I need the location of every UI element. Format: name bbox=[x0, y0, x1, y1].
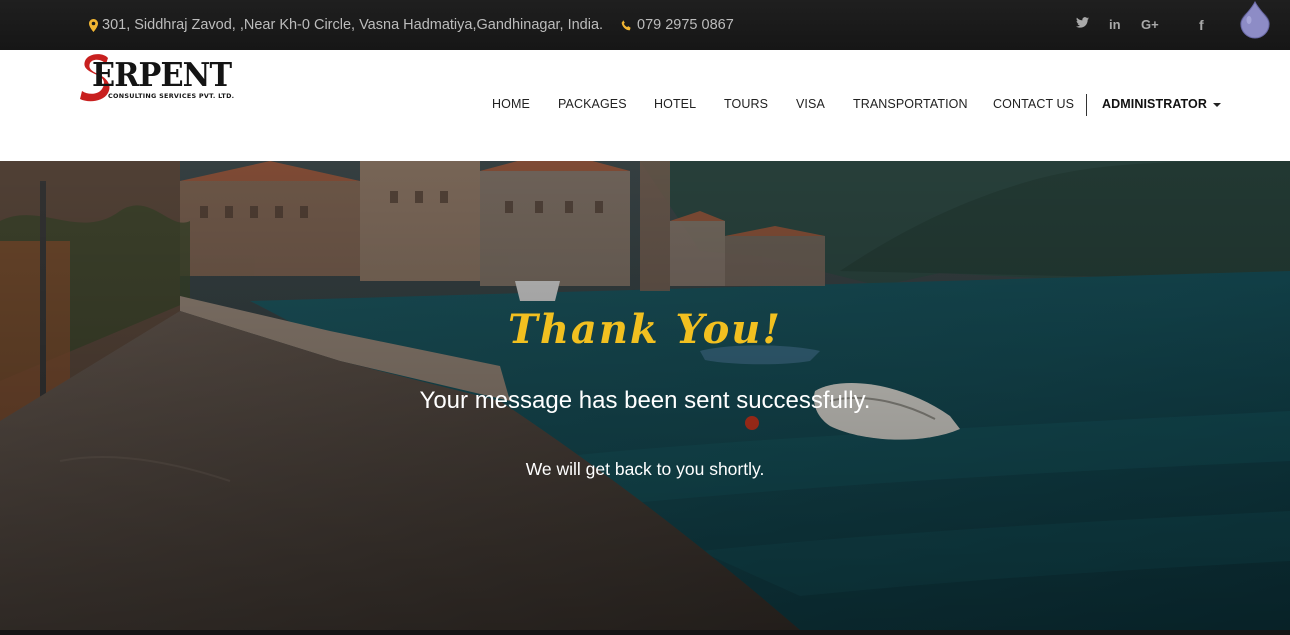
hero-banner: Thank You! Your message has been sent su… bbox=[0, 161, 1290, 630]
follow-up-message: We will get back to you shortly. bbox=[525, 459, 765, 479]
linkedin-icon[interactable]: in bbox=[1109, 17, 1121, 32]
top-info-bar: 301, Siddhraj Zavod, ,Near Kh-0 Circle, … bbox=[0, 0, 1290, 50]
logo-subtitle: CONSULTING SERVICES PVT. LTD. bbox=[108, 92, 235, 100]
footer-strip bbox=[0, 630, 1290, 635]
phone-icon bbox=[621, 19, 632, 31]
nav-transportation[interactable]: TRANSPORTATION bbox=[853, 97, 968, 111]
facebook-icon[interactable]: f bbox=[1199, 17, 1204, 33]
nav-tours[interactable]: TOURS bbox=[724, 97, 768, 111]
success-message: Your message has been sent successfully. bbox=[419, 387, 871, 414]
address-info: 301, Siddhraj Zavod, ,Near Kh-0 Circle, … bbox=[89, 17, 603, 33]
nav-packages[interactable]: PACKAGES bbox=[558, 97, 627, 111]
nav-visa[interactable]: VISA bbox=[796, 97, 825, 111]
phone-info: 079 2975 0867 bbox=[621, 17, 734, 33]
twitter-icon[interactable] bbox=[1076, 17, 1089, 28]
nav-home[interactable]: HOME bbox=[492, 97, 530, 111]
address-text: 301, Siddhraj Zavod, ,Near Kh-0 Circle, … bbox=[102, 17, 604, 33]
google-plus-icon[interactable]: G+ bbox=[1141, 17, 1159, 32]
nav-administrator-label: ADMINISTRATOR bbox=[1102, 97, 1207, 111]
main-header: ERPENT CONSULTING SERVICES PVT. LTD. HOM… bbox=[0, 50, 1290, 161]
nav-divider bbox=[1086, 94, 1087, 116]
nav-contact-us[interactable]: CONTACT US bbox=[993, 97, 1074, 111]
logo-wordmark: ERPENT bbox=[92, 55, 232, 94]
serpent-logo[interactable]: ERPENT CONSULTING SERVICES PVT. LTD. bbox=[78, 52, 258, 104]
phone-text: 079 2975 0867 bbox=[637, 17, 734, 33]
nav-administrator-dropdown[interactable]: ADMINISTRATOR bbox=[1102, 97, 1221, 111]
water-drop-icon[interactable] bbox=[1238, 0, 1272, 44]
caret-down-icon bbox=[1213, 102, 1221, 107]
thank-you-heading: Thank You! bbox=[508, 306, 782, 353]
map-pin-icon bbox=[89, 18, 98, 32]
nav-hotel[interactable]: HOTEL bbox=[654, 97, 696, 111]
